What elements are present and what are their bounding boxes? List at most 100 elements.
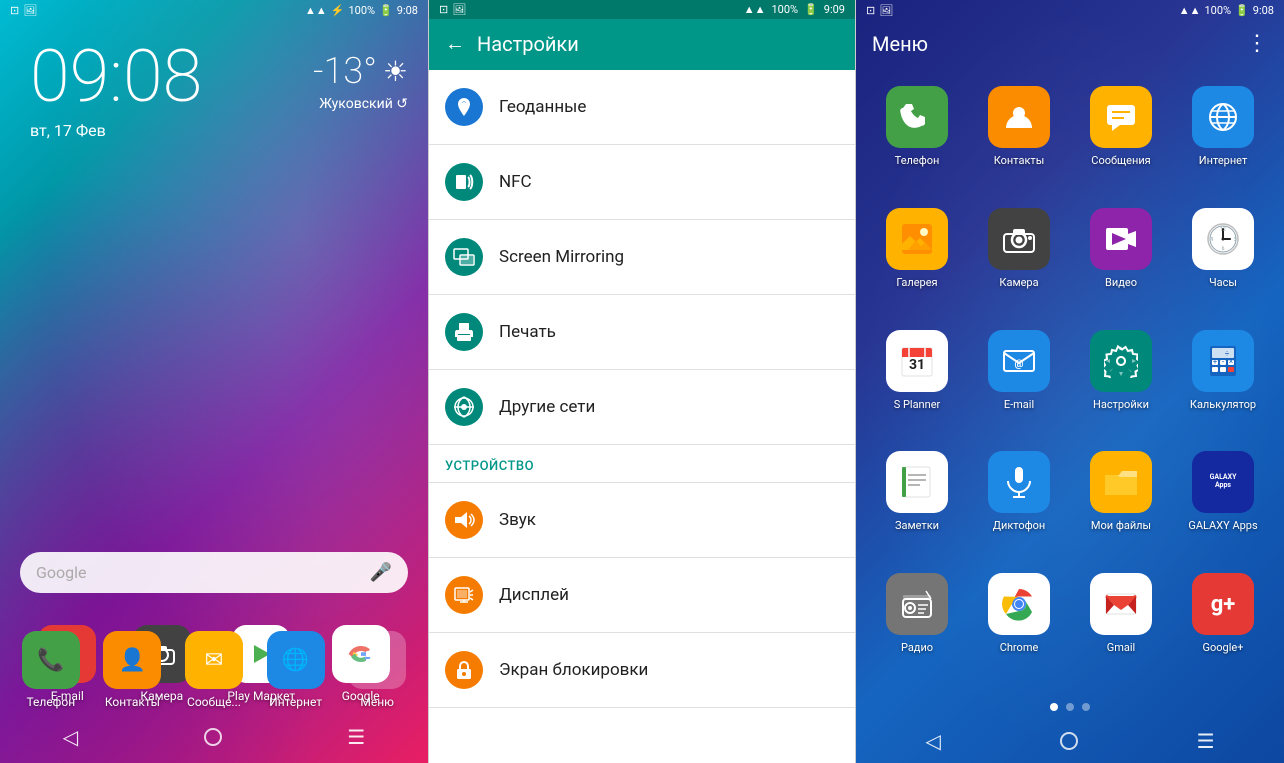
lock-nav-bar: ◁ ☰ 📞 Телефон 👤 Контакты ✉ Сообще.. bbox=[0, 725, 428, 749]
apps-image-icon: 🖼 bbox=[879, 4, 893, 17]
app-clock-icon: 6 12 9 3 bbox=[1192, 208, 1254, 270]
lock-temperature: -13° bbox=[313, 50, 377, 92]
app-camera-label: Камера bbox=[999, 276, 1038, 289]
svg-text:@: @ bbox=[1015, 359, 1024, 370]
bottom-menu[interactable]: Меню bbox=[348, 631, 406, 709]
app-splanner-icon: 31 bbox=[886, 330, 948, 392]
settings-status-bar: ⊡ 🖼 ▲▲ 100% 🔋 9:09 bbox=[429, 0, 855, 19]
settings-item-other-networks[interactable]: Другие сети bbox=[429, 370, 855, 445]
app-settings-icon bbox=[1090, 330, 1152, 392]
lock-back-button[interactable]: ◁ bbox=[63, 725, 78, 749]
dot-3[interactable] bbox=[1082, 703, 1090, 711]
app-video-label: Видео bbox=[1105, 276, 1137, 289]
nfc-label: NFC bbox=[499, 172, 532, 192]
sound-icon bbox=[445, 501, 483, 539]
settings-item-geodata[interactable]: Геоданные bbox=[429, 70, 855, 145]
bottom-contacts[interactable]: 👤 Контакты bbox=[103, 631, 161, 709]
settings-header: ← Настройки bbox=[429, 19, 855, 70]
app-chrome[interactable]: Chrome bbox=[968, 563, 1070, 685]
lock-screen-label: Экран блокировки bbox=[499, 660, 648, 680]
settings-panel: ⊡ 🖼 ▲▲ 100% 🔋 9:09 ← Настройки Геоданные bbox=[428, 0, 856, 763]
bottom-internet-icon: 🌐 bbox=[267, 631, 325, 689]
app-myfiles[interactable]: Мои файлы bbox=[1070, 441, 1172, 563]
bottom-messages[interactable]: ✉ Сообще... bbox=[185, 631, 243, 709]
lock-battery-icon: 🔋 bbox=[379, 4, 393, 17]
lock-menu-button[interactable]: ☰ bbox=[347, 725, 365, 749]
apps-nav-bar: ◁ ☰ bbox=[856, 719, 1284, 763]
app-contacts-icon bbox=[988, 86, 1050, 148]
svg-text:31: 31 bbox=[909, 357, 925, 373]
apps-more-button[interactable]: ⋮ bbox=[1246, 31, 1268, 56]
app-menu-panel: ⊡ 🖼 ▲▲ 100% 🔋 9:08 Меню ⋮ Телефон bbox=[856, 0, 1284, 763]
app-myfiles-label: Мои файлы bbox=[1091, 519, 1151, 532]
app-internet[interactable]: Интернет bbox=[1172, 76, 1274, 198]
app-calculator-icon: ÷ + - × bbox=[1192, 330, 1254, 392]
app-radio[interactable]: Радио bbox=[866, 563, 968, 685]
app-gmail[interactable]: Gmail bbox=[1070, 563, 1172, 685]
settings-back-icon[interactable]: ← bbox=[445, 31, 465, 56]
bottom-internet[interactable]: 🌐 Интернет bbox=[267, 631, 325, 709]
lock-screen-panel: ⊡ 🖼 ▲▲ ⚡ 100% 🔋 9:08 09:08 вт, 17 Фев -1… bbox=[0, 0, 428, 763]
lock-status-right: ▲▲ ⚡ 100% 🔋 9:08 bbox=[305, 4, 418, 17]
apps-home-button[interactable] bbox=[1060, 732, 1078, 750]
sound-label: Звук bbox=[499, 510, 536, 530]
app-gmail-icon bbox=[1090, 573, 1152, 635]
settings-item-lock-screen[interactable]: Экран блокировки bbox=[429, 633, 855, 708]
app-googleplus[interactable]: g+ Google+ bbox=[1172, 563, 1274, 685]
app-chrome-label: Chrome bbox=[1000, 641, 1039, 654]
app-phone[interactable]: Телефон bbox=[866, 76, 968, 198]
app-notes[interactable]: Заметки bbox=[866, 441, 968, 563]
lock-mic-icon[interactable]: 🎤 bbox=[370, 562, 392, 583]
bottom-phone[interactable]: 📞 Телефон bbox=[22, 631, 80, 709]
lock-refresh-icon[interactable]: ↺ bbox=[396, 96, 408, 112]
app-clock[interactable]: 6 12 9 3 Часы bbox=[1172, 198, 1274, 320]
lock-home-button[interactable] bbox=[204, 728, 222, 746]
settings-item-screen-mirror[interactable]: Screen Mirroring bbox=[429, 220, 855, 295]
settings-item-nfc[interactable]: NFC bbox=[429, 145, 855, 220]
app-settings-label: Настройки bbox=[1093, 398, 1149, 411]
app-video-icon bbox=[1090, 208, 1152, 270]
app-internet-icon bbox=[1192, 86, 1254, 148]
dot-2[interactable] bbox=[1066, 703, 1074, 711]
settings-section-device: УСТРОЙСТВО bbox=[429, 445, 855, 483]
lock-battery-text: 100% bbox=[348, 4, 375, 17]
app-recorder[interactable]: Диктофон bbox=[968, 441, 1070, 563]
app-contacts[interactable]: Контакты bbox=[968, 76, 1070, 198]
app-radio-icon bbox=[886, 573, 948, 635]
apps-back-button[interactable]: ◁ bbox=[925, 729, 940, 753]
app-recorder-label: Диктофон bbox=[993, 519, 1046, 532]
svg-text:3: 3 bbox=[1234, 237, 1237, 243]
app-messages[interactable]: Сообщения bbox=[1070, 76, 1172, 198]
lock-status-bar: ⊡ 🖼 ▲▲ ⚡ 100% 🔋 9:08 bbox=[0, 0, 428, 21]
lock-city: Жуковский ↺ bbox=[313, 96, 408, 112]
app-chrome-icon bbox=[988, 573, 1050, 635]
apps-signal-icon: ▲▲ bbox=[1179, 4, 1201, 17]
app-galaxyapps-icon: GALAXY Apps bbox=[1192, 451, 1254, 513]
app-video[interactable]: Видео bbox=[1070, 198, 1172, 320]
bottom-phone-label: Телефон bbox=[26, 695, 75, 709]
svg-text:6: 6 bbox=[1222, 246, 1225, 252]
app-email[interactable]: @ E-mail bbox=[968, 320, 1070, 442]
app-galaxyapps[interactable]: GALAXY Apps GALAXY Apps bbox=[1172, 441, 1274, 563]
settings-item-print[interactable]: Печать bbox=[429, 295, 855, 370]
app-camera[interactable]: Камера bbox=[968, 198, 1070, 320]
lock-search-label: Google bbox=[36, 563, 87, 582]
dot-1[interactable] bbox=[1050, 703, 1058, 711]
app-splanner[interactable]: 31 S Planner bbox=[866, 320, 968, 442]
lock-search-bar[interactable]: Google 🎤 bbox=[20, 552, 408, 593]
app-gallery[interactable]: Галерея bbox=[866, 198, 968, 320]
settings-item-display[interactable]: Дисплей bbox=[429, 558, 855, 633]
bottom-menu-icon bbox=[348, 631, 406, 689]
app-phone-icon bbox=[886, 86, 948, 148]
lock-image-icon: 🖼 bbox=[23, 4, 37, 17]
bottom-contacts-label: Контакты bbox=[105, 695, 160, 709]
apps-menu-button[interactable]: ☰ bbox=[1197, 729, 1215, 753]
bottom-internet-label: Интернет bbox=[269, 695, 322, 709]
screen-mirror-label: Screen Mirroring bbox=[499, 247, 624, 267]
lock-sun-icon: ☀ bbox=[383, 55, 408, 88]
app-internet-label: Интернет bbox=[1199, 154, 1247, 167]
app-calculator[interactable]: ÷ + - × Калькулятор bbox=[1172, 320, 1274, 442]
settings-item-sound[interactable]: Звук bbox=[429, 483, 855, 558]
app-settings[interactable]: Настройки bbox=[1070, 320, 1172, 442]
app-notes-icon bbox=[886, 451, 948, 513]
